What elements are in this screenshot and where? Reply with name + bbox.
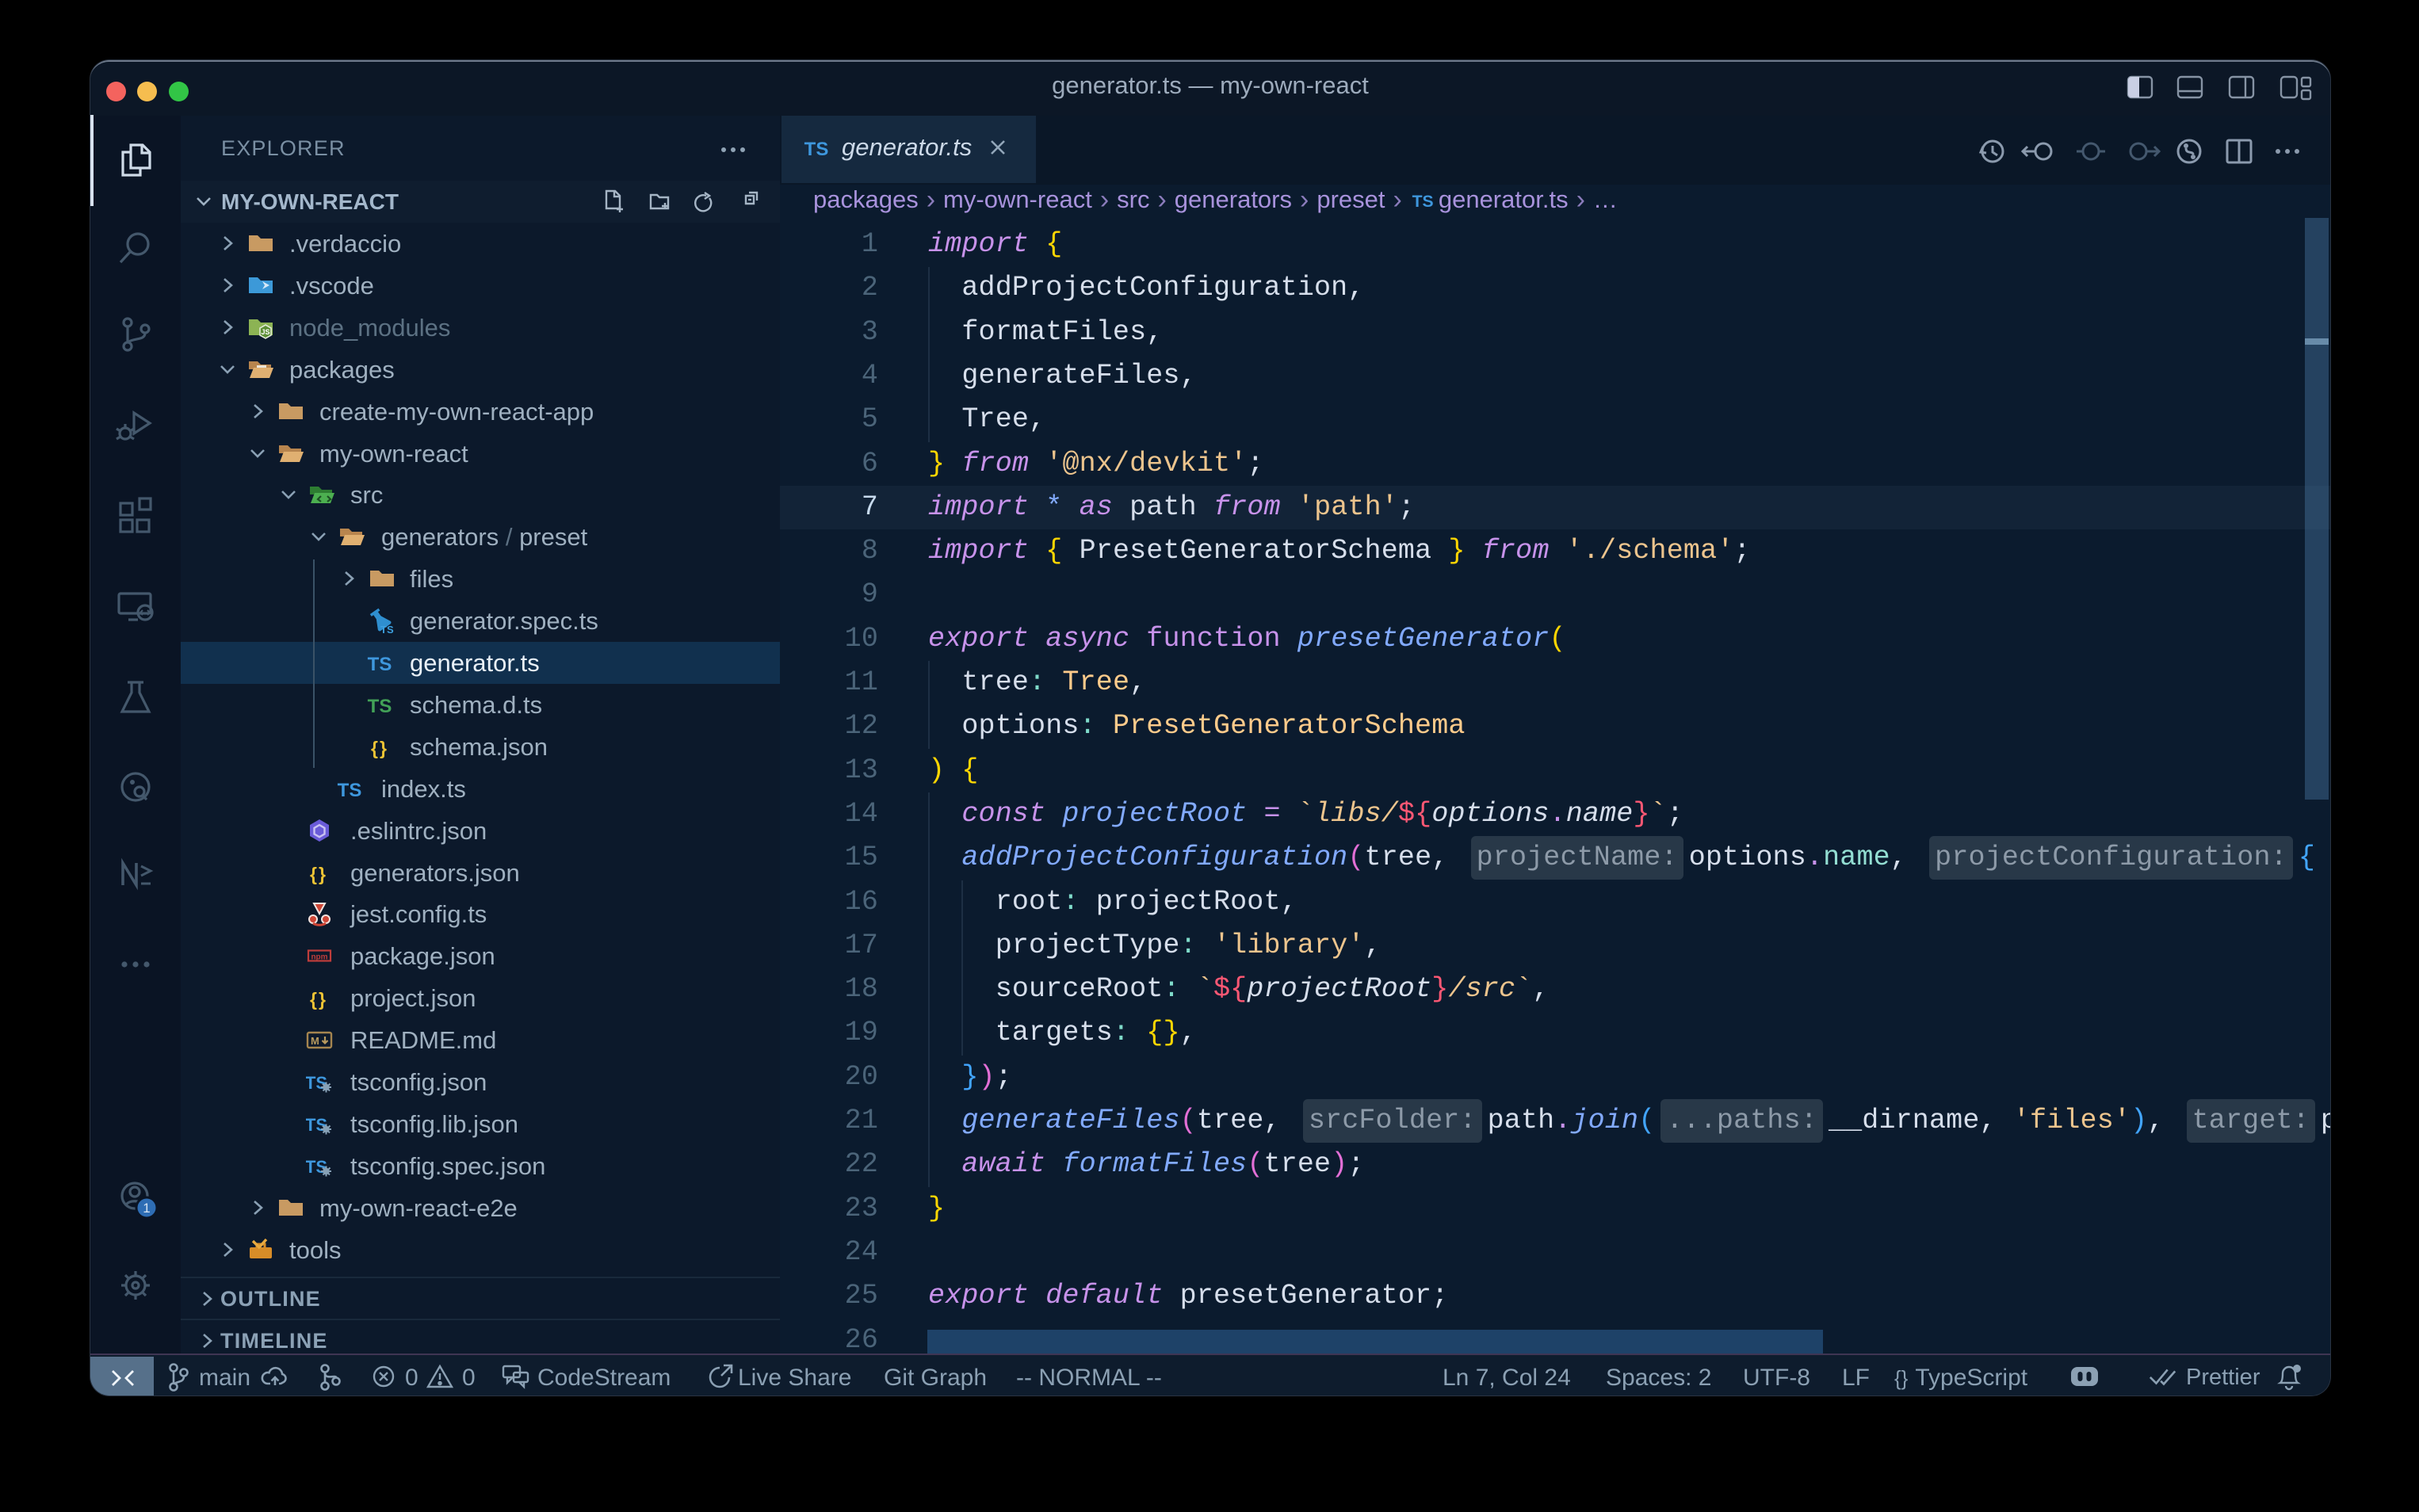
svg-text:M: M xyxy=(311,1035,319,1047)
svg-text:TS: TS xyxy=(380,624,394,634)
svg-text:TS: TS xyxy=(1412,193,1433,211)
svg-text:TS: TS xyxy=(368,696,392,717)
svg-text:TS: TS xyxy=(368,654,392,675)
svg-text:{}: {} xyxy=(371,738,388,758)
svg-text:TS: TS xyxy=(338,780,362,801)
svg-text:npm: npm xyxy=(311,953,327,962)
svg-text:1: 1 xyxy=(143,1201,150,1216)
svg-text:{}: {} xyxy=(310,989,327,1010)
svg-text:JS: JS xyxy=(261,328,269,336)
svg-text:TS: TS xyxy=(804,139,829,160)
svg-text:{}: {} xyxy=(310,864,327,884)
